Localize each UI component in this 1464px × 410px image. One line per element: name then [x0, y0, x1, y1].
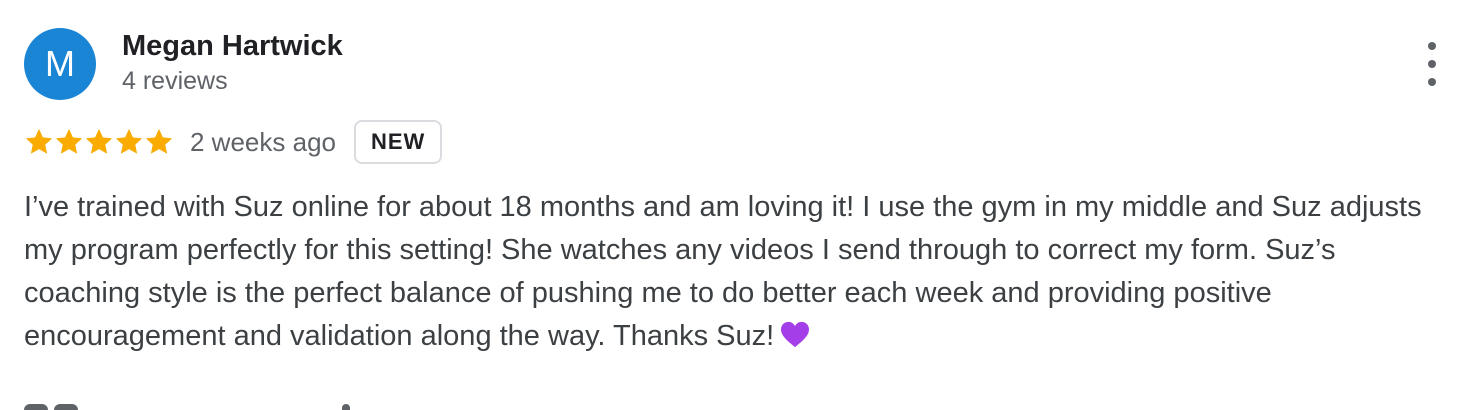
cut-off-actions-row [24, 402, 424, 410]
star-icon [115, 128, 143, 154]
star-icon [145, 128, 173, 154]
avatar-initial: M [45, 43, 75, 84]
star-icon [25, 128, 53, 154]
rating-row: 2 weeks ago NEW [24, 118, 443, 166]
more-vert-icon-dot [1428, 78, 1436, 86]
review-card: M Megan Hartwick 4 reviews 2 weeks ago N… [0, 0, 1464, 410]
more-vert-icon-dot [1428, 60, 1436, 68]
cut-off-icon [24, 404, 48, 410]
review-body: I’ve trained with Suz online for about 1… [24, 191, 1422, 352]
reviewer-name[interactable]: Megan Hartwick [122, 30, 343, 63]
new-badge: NEW [353, 120, 443, 164]
review-date: 2 weeks ago [190, 126, 336, 157]
star-icon [85, 128, 113, 154]
cut-off-icon [54, 404, 78, 410]
purple-heart-icon [781, 321, 810, 348]
more-vert-icon-dot [1428, 42, 1436, 50]
star-icon [55, 128, 83, 154]
avatar[interactable]: M [24, 28, 96, 100]
review-text: I’ve trained with Suz online for about 1… [24, 186, 1434, 358]
star-rating [24, 127, 174, 157]
review-count: 4 reviews [122, 67, 228, 95]
more-options-button[interactable] [1416, 42, 1448, 86]
cut-off-icon [342, 404, 350, 410]
